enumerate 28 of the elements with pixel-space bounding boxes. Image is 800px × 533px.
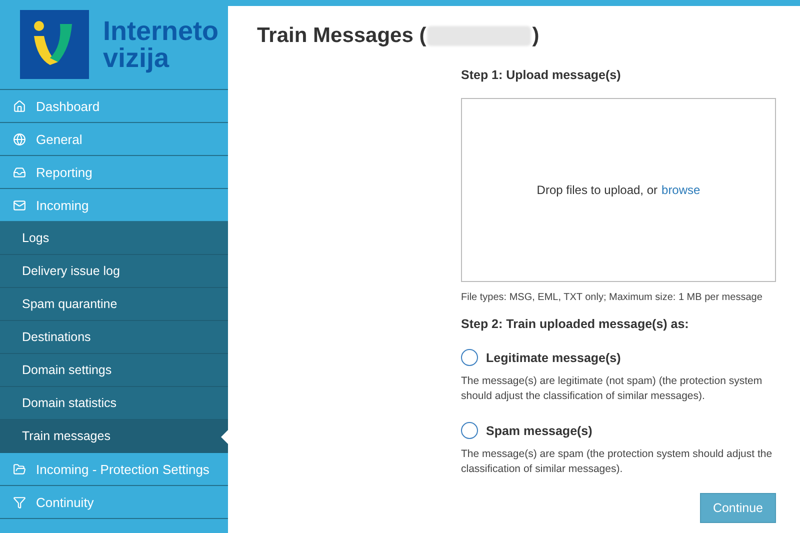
- home-icon: [13, 100, 26, 112]
- step-heading: Step 2: Train uploaded message(s) as:: [461, 317, 690, 331]
- browse-link[interactable]: browse: [662, 183, 700, 197]
- globe-icon: [13, 132, 26, 146]
- logo-icon: [20, 10, 89, 79]
- submenu-item[interactable]: Train messages: [0, 420, 228, 453]
- submenu-item[interactable]: Destinations: [0, 321, 228, 354]
- logo-text: Interneto vizija: [103, 18, 219, 72]
- file-hint: File types: MSG, EML, TXT only; Maximum size: 1 MB per message: [461, 292, 764, 303]
- drop-text: Drop files to upload, or: [536, 183, 658, 197]
- option-description: The message(s) are legitimate (not spam) (the protection system should adjust the classification of similar messages).: [461, 374, 764, 404]
- submenu-item[interactable]: Spam quarantine: [0, 288, 228, 321]
- step-heading: Step 1: Upload message(s): [461, 68, 622, 82]
- radio-label: Legitimate message(s): [486, 350, 621, 364]
- radio-button[interactable]: [461, 422, 478, 439]
- page-title: Train Messages ( ): [257, 24, 540, 48]
- option-description: The message(s) are spam (the protection system should adjust the classification of similar messages).: [461, 447, 774, 477]
- radio-button[interactable]: [461, 349, 478, 366]
- folder-icon: [13, 462, 26, 476]
- envelope-icon: [13, 198, 26, 212]
- radio-label: Spam message(s): [486, 424, 592, 438]
- submenu-item[interactable]: Delivery issue log: [0, 255, 228, 288]
- submenu-item[interactable]: Logs: [0, 222, 228, 255]
- inbox-icon: [13, 166, 26, 178]
- file-drop-zone[interactable]: Drop files to upload, or browse: [461, 98, 776, 282]
- filter-icon: [13, 496, 26, 508]
- submenu-item[interactable]: Domain statistics: [0, 387, 228, 420]
- submenu-item[interactable]: Domain settings: [0, 354, 228, 387]
